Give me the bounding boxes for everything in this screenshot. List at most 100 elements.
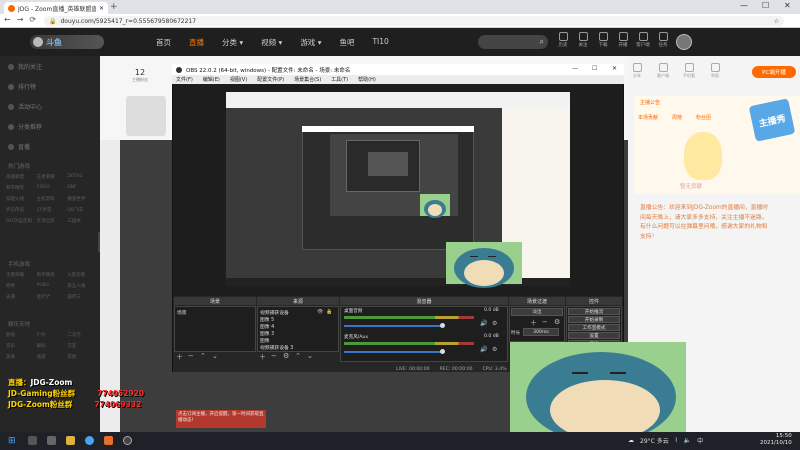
menu-scene-collection[interactable]: 场景集合(S) [294,76,321,83]
weather-icon[interactable]: ☁ [628,437,634,444]
new-tab-button[interactable]: + [110,2,118,12]
tab-weekly[interactable]: 周榜 [672,114,682,121]
douyu-logo[interactable]: 斗鱼 [30,35,104,49]
mixer-gear-icon[interactable]: ⚙ [492,346,497,353]
close-button[interactable]: ✕ [784,1,791,10]
source-item[interactable]: 图像 5 [260,316,274,323]
game-link[interactable]: 音乐 [6,343,37,349]
game-link[interactable]: 英雄联盟 [6,174,37,180]
speaker-icon[interactable]: 🔊 [480,320,487,327]
game-link[interactable]: CSGO [37,185,68,191]
taskbar-clock[interactable]: 15:50 2021/10/10 [760,433,792,447]
move-up-icon[interactable]: ⌃ [200,352,206,360]
game-link[interactable]: 光遇 [6,294,37,300]
duration-field[interactable]: 300ms [523,328,559,336]
game-link[interactable]: 火影忍者 [67,272,98,278]
sidebar-item-category[interactable]: 分类推荐 [8,122,42,131]
game-link[interactable]: 主机游戏 [37,196,68,202]
add-transition-button[interactable]: ＋ [530,318,537,328]
game-link[interactable]: DNF [67,185,98,191]
game-link[interactable]: DOTA自走棋 [6,218,37,224]
task-view-icon[interactable] [47,436,56,445]
remove-source-button[interactable]: − [271,352,277,360]
scene-item[interactable]: 场景 [177,309,187,316]
game-link[interactable]: 其他 [67,354,98,360]
nav-category[interactable]: 分类 ▾ [222,37,243,48]
menu-file[interactable]: 文件(F) [176,76,193,83]
network-icon[interactable]: ⌇ [675,437,678,444]
game-link[interactable]: 户外 [37,332,68,338]
go-live-button[interactable]: 开播 [616,32,630,48]
start-streaming-button[interactable]: 开始推流 [568,308,620,315]
visibility-eye-icon[interactable]: 👁 [317,309,323,315]
report-button[interactable]: 举报 [708,63,722,81]
speaker-icon[interactable]: 🔊 [480,346,487,353]
volume-knob[interactable] [440,323,445,328]
maximize-button[interactable]: ☐ [762,1,769,10]
menu-profile[interactable]: 配置文件(P) [257,76,284,83]
add-source-button[interactable]: ＋ [259,352,266,362]
transition-select[interactable]: 淡出 [511,308,563,316]
menu-view[interactable]: 视图(V) [230,76,247,83]
game-link[interactable]: 穿越火线 [6,196,37,202]
nav-ti10[interactable]: TI10 [372,37,388,48]
history-button[interactable]: 历史 [556,32,570,48]
client-button[interactable]: 客户端 [636,32,650,48]
nav-home[interactable]: 首页 [156,37,171,48]
game-link[interactable]: 和平精英 [37,272,68,278]
game-link[interactable]: 二次元 [67,332,98,338]
settings-button[interactable]: 设置 [568,332,620,339]
sidebar-item-rank[interactable]: 排行榜 [8,82,36,91]
ime-indicator[interactable]: 中 [697,436,703,445]
game-link[interactable]: DOTA2 [67,174,98,180]
add-scene-button[interactable]: ＋ [176,352,183,362]
game-link[interactable]: 王者荣耀 [37,174,68,180]
minimize-button[interactable]: — [740,1,748,10]
volume-knob[interactable] [440,349,445,354]
source-settings-gear-icon[interactable]: ⚙ [283,352,289,360]
nav-games[interactable]: 游戏 ▾ [300,37,321,48]
task-button[interactable]: 任务 [656,32,670,48]
game-link[interactable]: 和平精英 [6,185,37,191]
source-item[interactable]: 图像 3 [260,330,274,337]
move-up-icon[interactable]: ⌃ [295,352,301,360]
game-link[interactable]: 三国杀 [67,218,98,224]
game-link[interactable]: 金铲铲 [37,294,68,300]
obs-close-button[interactable]: ✕ [612,65,617,72]
reload-icon[interactable]: ⟳ [29,15,36,24]
obs-titlebar[interactable]: OBS 22.0.2 (64-bit, windows) - 配置文件: 未命名… [172,64,624,75]
client-download-button[interactable]: 客户端 [656,63,670,81]
game-link[interactable]: 颜值 [6,332,37,338]
browser-tab[interactable]: JDG - Zoom直播_英雄联盟直播 ✕ [4,2,108,14]
pc-live-button[interactable]: PC端开播 [752,66,796,78]
url-field[interactable]: 🔒 douyu.com/5925417_r=0.555679580672217 … [44,16,784,26]
transition-gear-icon[interactable]: ⚙ [554,318,560,326]
game-link[interactable]: 交友 [67,343,98,349]
game-link[interactable]: QQ飞车 [67,207,98,213]
obs-icon[interactable] [123,436,132,445]
game-link[interactable]: 魔兽世界 [67,196,98,202]
volume-slider[interactable] [344,325,444,327]
forward-icon[interactable]: → [17,15,24,24]
game-link[interactable]: 崩坏三 [67,294,98,300]
remove-transition-button[interactable]: − [542,318,548,326]
lock-icon[interactable]: 🔒 [326,309,332,315]
douyu-app-icon[interactable] [104,436,113,445]
mixer-gear-icon[interactable]: ⚙ [492,320,497,327]
follow-button[interactable]: 关注 [576,32,590,48]
mobile-watch-button[interactable]: 手机看 [682,63,696,81]
source-item[interactable]: 视频捕获设备 [260,309,289,316]
back-icon[interactable]: ← [4,15,11,24]
move-down-icon[interactable]: ⌄ [307,352,313,360]
volume-slider[interactable] [344,351,444,353]
sidebar-item-live[interactable]: 直播 [8,142,30,151]
bookmark-star-icon[interactable]: ☆ [774,18,779,25]
download-button[interactable]: 下载 [596,32,610,48]
move-down-icon[interactable]: ⌄ [212,352,218,360]
chrome-icon[interactable] [85,436,94,445]
nav-fishbar[interactable]: 鱼吧 [339,37,354,48]
search-icon[interactable] [28,436,37,445]
game-link[interactable]: 原神 [6,283,37,289]
share-button[interactable]: 分享 [630,63,644,81]
tab-session[interactable]: 本场贡献 [638,114,658,121]
